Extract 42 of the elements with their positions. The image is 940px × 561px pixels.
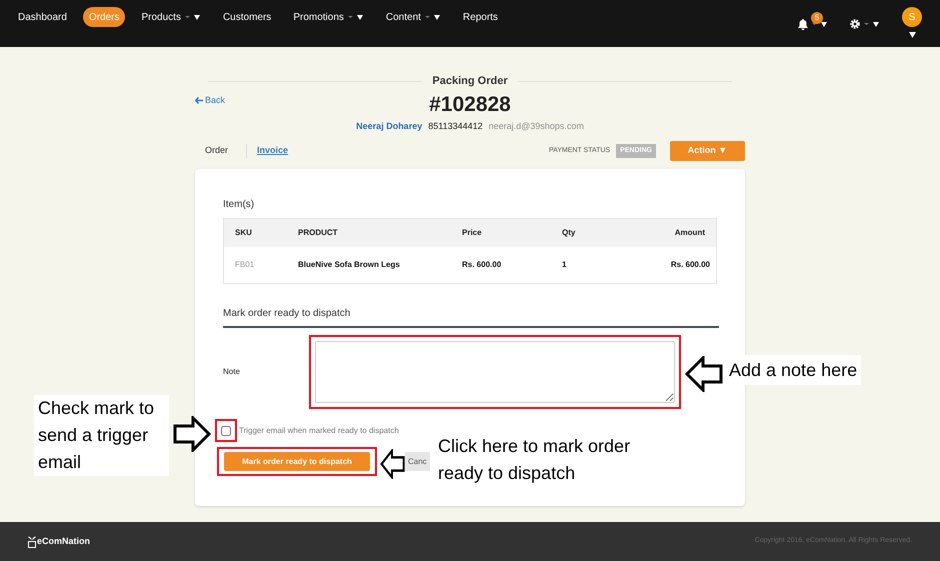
order-number: #102828 (429, 92, 511, 118)
table-cell-text: FB01 (234, 259, 256, 271)
arrow-icon (683, 356, 723, 392)
caret-icon[interactable] (908, 32, 916, 38)
page-title: Packing Order (431, 74, 509, 89)
settings-icon[interactable] (850, 19, 860, 29)
notification-badge: 5 (811, 12, 823, 24)
nav-link[interactable]: Content (380, 7, 447, 27)
table-cell-text: 1 (562, 259, 568, 271)
nav-link[interactable]: Promotions (287, 7, 370, 27)
column-header: Price (462, 219, 562, 247)
table-cell-text: BlueNive Sofa Brown Legs (298, 259, 401, 271)
trigger-email-checkbox[interactable] (221, 426, 231, 436)
section-heading: Item(s) (223, 198, 256, 212)
email-address: neeraj.d@39shops.com (488, 120, 584, 133)
table-cell-text: Rs. 600.00 (462, 259, 502, 271)
arrow-icon (379, 449, 405, 479)
phone-number: 85113344412 (428, 120, 483, 132)
checkbox-label: Trigger email when marked ready to dispatch (239, 424, 399, 436)
nav-link[interactable]: Products (135, 7, 207, 27)
nav-link[interactable]: Reports (456, 7, 504, 27)
field-label: Note (223, 366, 241, 378)
cancel-button[interactable]: Canc (405, 452, 430, 471)
customer-name[interactable]: Neeraj Doharey (356, 120, 422, 133)
section-heading: Mark order ready to dispatch (223, 307, 352, 321)
nav-link[interactable]: Customers (216, 7, 278, 27)
caret-icon (864, 20, 880, 28)
column-header: PRODUCT (298, 219, 462, 247)
callout-text: Check mark to send a trigger email (34, 395, 169, 476)
column-header: Qty (562, 219, 636, 247)
column-header: SKU (224, 219, 298, 247)
column-header: Amount (636, 219, 716, 247)
table-cell-text: Rs. 600.00 (670, 259, 711, 271)
note-field[interactable] (315, 341, 675, 403)
nav-link[interactable]: Dashboard (12, 7, 73, 27)
tab[interactable]: Invoice (246, 144, 298, 158)
bell-icon[interactable] (798, 18, 808, 30)
logo-icon (28, 535, 36, 548)
tab[interactable]: Order (195, 144, 238, 158)
arrow-left-icon (195, 96, 203, 104)
brand-name: eComNation (37, 534, 90, 548)
back-link[interactable]: Back (195, 94, 226, 107)
